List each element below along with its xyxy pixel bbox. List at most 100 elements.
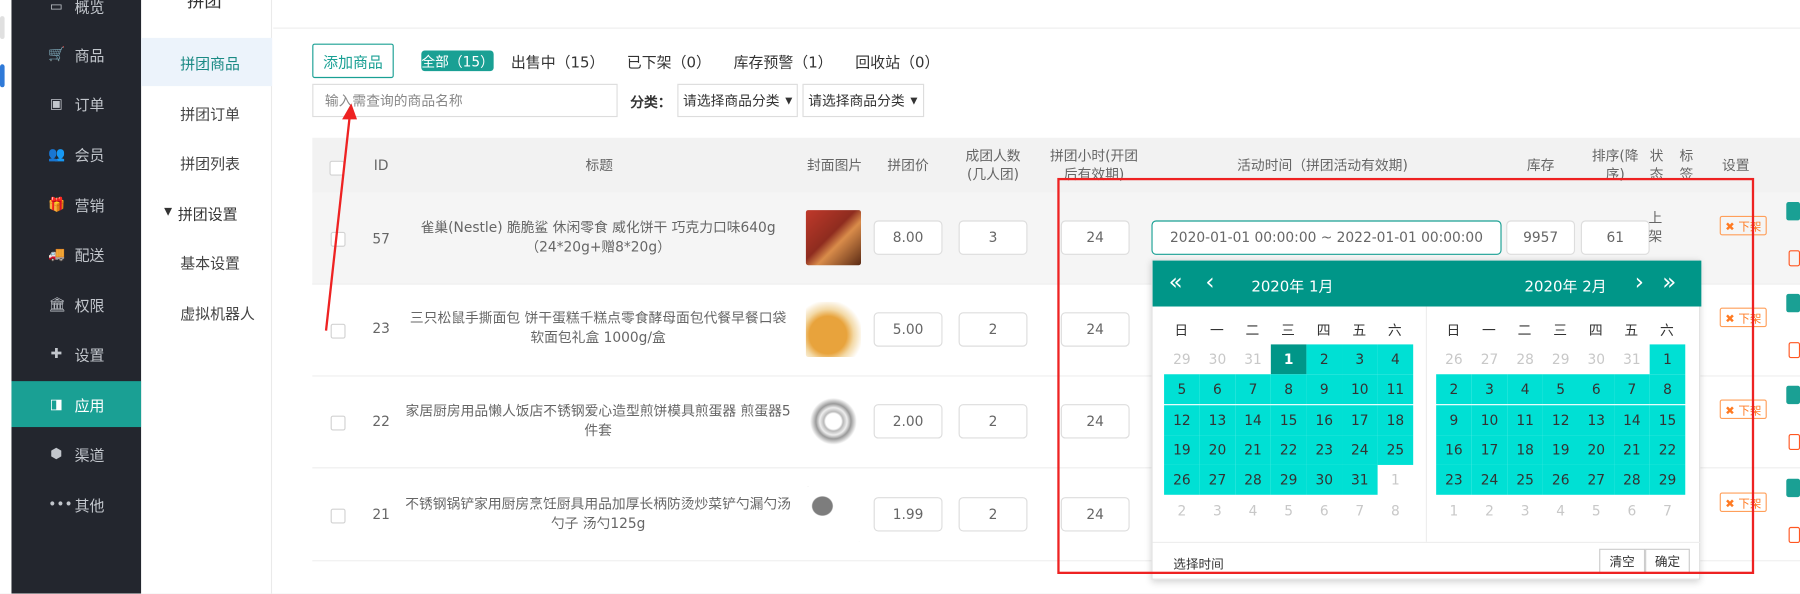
calendar-day[interactable]: 7 bbox=[1342, 495, 1378, 525]
tab-all[interactable]: 全部（15） bbox=[421, 50, 494, 72]
tab-stock-warning[interactable]: 库存预警（1） bbox=[734, 51, 833, 72]
calendar-day[interactable]: 15 bbox=[1270, 404, 1307, 435]
delete-icon[interactable] bbox=[1788, 526, 1800, 544]
price-input[interactable]: 2.00 bbox=[873, 404, 943, 439]
calendar-day[interactable]: 3 bbox=[1507, 495, 1543, 525]
tab-on-sale[interactable]: 出售中（15） bbox=[511, 51, 605, 72]
price-input[interactable]: 8.00 bbox=[873, 220, 943, 255]
calendar-day[interactable]: 1 bbox=[1378, 465, 1414, 495]
calendar-day[interactable]: 28 bbox=[1235, 465, 1271, 496]
people-input[interactable]: 2 bbox=[958, 312, 1028, 347]
off-shelf-button[interactable]: ✖ 下架 bbox=[1719, 399, 1767, 420]
nav-marketing[interactable]: 🎁 营销 bbox=[11, 181, 141, 227]
calendar-day[interactable]: 2 bbox=[1472, 495, 1508, 525]
calendar-day[interactable]: 3 bbox=[1200, 495, 1236, 525]
calendar-day[interactable]: 26 bbox=[1436, 344, 1472, 374]
calendar-day[interactable]: 23 bbox=[1436, 465, 1472, 496]
calendar-day[interactable]: 25 bbox=[1507, 465, 1543, 496]
calendar-day[interactable]: 10 bbox=[1471, 404, 1508, 435]
calendar-day[interactable]: 18 bbox=[1377, 404, 1414, 435]
calendar-day[interactable]: 30 bbox=[1579, 344, 1615, 374]
calendar-day[interactable]: 18 bbox=[1507, 434, 1543, 465]
stock-input[interactable]: 9957 bbox=[1506, 220, 1576, 255]
calendar-day[interactable]: 12 bbox=[1542, 404, 1579, 435]
calendar-day[interactable]: 2 bbox=[1306, 344, 1343, 375]
nav-goods[interactable]: 🛒 商品 bbox=[11, 31, 141, 77]
category-select-2[interactable]: 请选择商品分类 ▼ bbox=[802, 83, 925, 118]
calendar-day[interactable]: 26 bbox=[1164, 465, 1200, 496]
subnav-basic-settings[interactable]: 基本设置 bbox=[141, 238, 272, 286]
calendar-day[interactable]: 30 bbox=[1306, 465, 1343, 496]
nav-members[interactable]: 👥 会员 bbox=[11, 131, 141, 177]
calendar-day[interactable]: 9 bbox=[1306, 374, 1343, 405]
calendar-day[interactable]: 28 bbox=[1507, 344, 1543, 374]
calendar-day[interactable]: 24 bbox=[1342, 434, 1378, 465]
calendar-day[interactable]: 17 bbox=[1471, 434, 1508, 465]
calendar-day[interactable]: 22 bbox=[1270, 434, 1307, 465]
calendar-day[interactable]: 24 bbox=[1471, 465, 1508, 496]
calendar-day[interactable]: 26 bbox=[1542, 465, 1579, 496]
calendar-day[interactable]: 11 bbox=[1507, 404, 1543, 435]
calendar-day[interactable]: 6 bbox=[1614, 495, 1650, 525]
calendar-day[interactable]: 4 bbox=[1377, 344, 1414, 375]
select-time-link[interactable]: 选择时间 bbox=[1173, 554, 1224, 572]
calendar-day[interactable]: 8 bbox=[1649, 374, 1686, 405]
hours-input[interactable]: 24 bbox=[1060, 312, 1130, 347]
calendar-day[interactable]: 27 bbox=[1578, 465, 1615, 496]
calendar-day[interactable]: 31 bbox=[1614, 344, 1650, 374]
calendar-day[interactable]: 1 bbox=[1649, 344, 1686, 375]
tab-recycle-bin[interactable]: 回收站（0） bbox=[855, 51, 939, 72]
activity-time-input[interactable]: 2020-01-01 00:00:00 ~ 2022-01-01 00:00:0… bbox=[1151, 220, 1502, 255]
nav-delivery[interactable]: 🚚 配送 bbox=[11, 231, 141, 277]
calendar-day[interactable]: 10 bbox=[1342, 374, 1378, 405]
nav-overview[interactable]: ▭ 概览 bbox=[11, 0, 141, 29]
calendar-day[interactable]: 21 bbox=[1235, 434, 1271, 465]
calendar-day[interactable]: 3 bbox=[1471, 374, 1508, 405]
clear-button[interactable]: 清空 bbox=[1599, 548, 1646, 574]
calendar-day[interactable]: 2 bbox=[1436, 374, 1472, 405]
price-input[interactable]: 5.00 bbox=[873, 312, 943, 347]
calendar-day[interactable]: 31 bbox=[1342, 465, 1378, 496]
calendar-day[interactable]: 1 bbox=[1270, 344, 1307, 375]
calendar-day[interactable]: 4 bbox=[1543, 495, 1579, 525]
calendar-day[interactable]: 5 bbox=[1164, 374, 1200, 405]
calendar-day[interactable]: 21 bbox=[1614, 434, 1650, 465]
delete-icon[interactable] bbox=[1788, 342, 1800, 359]
hours-input[interactable]: 24 bbox=[1060, 404, 1130, 439]
nav-orders[interactable]: ▣ 订单 bbox=[11, 80, 141, 126]
calendar-day[interactable]: 13 bbox=[1578, 404, 1615, 435]
calendar-day[interactable]: 22 bbox=[1649, 434, 1686, 465]
calendar-day[interactable]: 1 bbox=[1436, 495, 1472, 525]
edit-icon[interactable] bbox=[1786, 478, 1800, 498]
edit-icon[interactable] bbox=[1786, 293, 1800, 313]
calendar-day[interactable]: 20 bbox=[1578, 434, 1615, 465]
calendar-day[interactable]: 6 bbox=[1199, 374, 1236, 405]
calendar-day[interactable]: 6 bbox=[1578, 374, 1615, 405]
calendar-day[interactable]: 6 bbox=[1306, 495, 1342, 525]
tab-off-shelf[interactable]: 已下架（0） bbox=[627, 51, 711, 72]
category-select-1[interactable]: 请选择商品分类 ▼ bbox=[677, 83, 798, 118]
calendar-day[interactable]: 7 bbox=[1235, 374, 1271, 405]
add-goods-button[interactable]: 添加商品 bbox=[312, 43, 394, 79]
calendar-day[interactable]: 30 bbox=[1200, 344, 1236, 374]
calendar-day[interactable]: 9 bbox=[1436, 404, 1472, 435]
off-shelf-button[interactable]: ✖ 下架 bbox=[1719, 492, 1767, 513]
calendar-day[interactable]: 15 bbox=[1649, 404, 1686, 435]
hours-input[interactable]: 24 bbox=[1060, 497, 1130, 532]
row-checkbox[interactable] bbox=[330, 508, 346, 524]
calendar-day[interactable]: 4 bbox=[1507, 374, 1543, 405]
confirm-button[interactable]: 确定 bbox=[1645, 548, 1690, 574]
calendar-day[interactable]: 5 bbox=[1271, 495, 1307, 525]
edit-icon[interactable] bbox=[1786, 385, 1800, 405]
nav-permissions[interactable]: 🏛 权限 bbox=[11, 281, 141, 327]
calendar-day[interactable]: 7 bbox=[1614, 374, 1650, 405]
subnav-group-list[interactable]: 拼团列表 bbox=[141, 138, 272, 186]
calendar-day[interactable]: 11 bbox=[1377, 374, 1414, 405]
calendar-day[interactable]: 5 bbox=[1579, 495, 1615, 525]
prev-year-icon[interactable]: « bbox=[1169, 270, 1183, 293]
subnav-group-orders[interactable]: 拼团订单 bbox=[141, 88, 272, 136]
calendar-day[interactable]: 29 bbox=[1164, 344, 1200, 374]
calendar-day[interactable]: 3 bbox=[1342, 344, 1378, 375]
hours-input[interactable]: 24 bbox=[1060, 220, 1130, 255]
calendar-day[interactable]: 19 bbox=[1164, 434, 1200, 465]
